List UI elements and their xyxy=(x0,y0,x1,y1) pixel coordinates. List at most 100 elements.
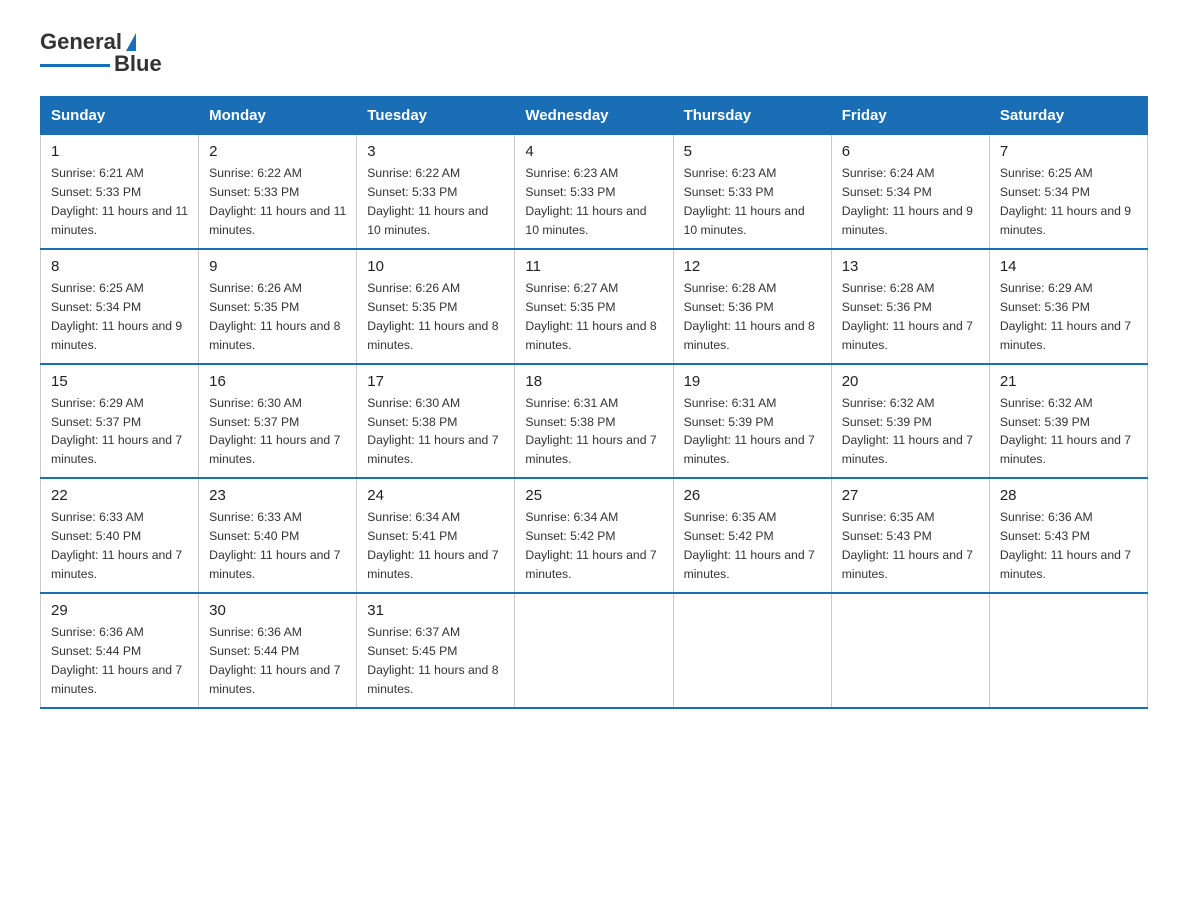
logo: General Blue xyxy=(40,30,162,76)
calendar-table: SundayMondayTuesdayWednesdayThursdayFrid… xyxy=(40,96,1148,708)
calendar-cell: 6 Sunrise: 6:24 AMSunset: 5:34 PMDayligh… xyxy=(831,135,989,249)
calendar-cell: 1 Sunrise: 6:21 AMSunset: 5:33 PMDayligh… xyxy=(41,135,199,249)
day-number: 29 xyxy=(51,602,188,619)
calendar-cell: 30 Sunrise: 6:36 AMSunset: 5:44 PMDaylig… xyxy=(199,593,357,708)
sun-info: Sunrise: 6:26 AMSunset: 5:35 PMDaylight:… xyxy=(209,279,346,355)
calendar-cell: 24 Sunrise: 6:34 AMSunset: 5:41 PMDaylig… xyxy=(357,478,515,593)
sun-info: Sunrise: 6:30 AMSunset: 5:37 PMDaylight:… xyxy=(209,394,346,470)
sun-info: Sunrise: 6:32 AMSunset: 5:39 PMDaylight:… xyxy=(842,394,979,470)
weekday-header-monday: Monday xyxy=(199,97,357,135)
day-number: 5 xyxy=(684,143,821,160)
day-number: 15 xyxy=(51,373,188,390)
day-number: 24 xyxy=(367,487,504,504)
weekday-header-sunday: Sunday xyxy=(41,97,199,135)
weekday-header-wednesday: Wednesday xyxy=(515,97,673,135)
weekday-header-thursday: Thursday xyxy=(673,97,831,135)
calendar-cell: 26 Sunrise: 6:35 AMSunset: 5:42 PMDaylig… xyxy=(673,478,831,593)
day-number: 11 xyxy=(525,258,662,275)
weekday-header-row: SundayMondayTuesdayWednesdayThursdayFrid… xyxy=(41,97,1148,135)
sun-info: Sunrise: 6:26 AMSunset: 5:35 PMDaylight:… xyxy=(367,279,504,355)
calendar-cell: 16 Sunrise: 6:30 AMSunset: 5:37 PMDaylig… xyxy=(199,364,357,479)
calendar-week-row: 8 Sunrise: 6:25 AMSunset: 5:34 PMDayligh… xyxy=(41,249,1148,364)
day-number: 26 xyxy=(684,487,821,504)
day-number: 10 xyxy=(367,258,504,275)
logo-triangle-icon xyxy=(126,33,136,51)
page-header: General Blue xyxy=(40,30,1148,76)
sun-info: Sunrise: 6:32 AMSunset: 5:39 PMDaylight:… xyxy=(1000,394,1137,470)
logo-line xyxy=(40,64,110,67)
calendar-cell: 31 Sunrise: 6:37 AMSunset: 5:45 PMDaylig… xyxy=(357,593,515,708)
day-number: 1 xyxy=(51,143,188,160)
sun-info: Sunrise: 6:35 AMSunset: 5:42 PMDaylight:… xyxy=(684,508,821,584)
calendar-cell xyxy=(673,593,831,708)
day-number: 16 xyxy=(209,373,346,390)
calendar-cell: 23 Sunrise: 6:33 AMSunset: 5:40 PMDaylig… xyxy=(199,478,357,593)
sun-info: Sunrise: 6:23 AMSunset: 5:33 PMDaylight:… xyxy=(684,164,821,240)
weekday-header-friday: Friday xyxy=(831,97,989,135)
calendar-cell: 19 Sunrise: 6:31 AMSunset: 5:39 PMDaylig… xyxy=(673,364,831,479)
weekday-header-tuesday: Tuesday xyxy=(357,97,515,135)
day-number: 27 xyxy=(842,487,979,504)
sun-info: Sunrise: 6:31 AMSunset: 5:38 PMDaylight:… xyxy=(525,394,662,470)
sun-info: Sunrise: 6:36 AMSunset: 5:44 PMDaylight:… xyxy=(51,623,188,699)
calendar-cell: 28 Sunrise: 6:36 AMSunset: 5:43 PMDaylig… xyxy=(989,478,1147,593)
calendar-cell xyxy=(989,593,1147,708)
day-number: 23 xyxy=(209,487,346,504)
sun-info: Sunrise: 6:25 AMSunset: 5:34 PMDaylight:… xyxy=(1000,164,1137,240)
sun-info: Sunrise: 6:34 AMSunset: 5:41 PMDaylight:… xyxy=(367,508,504,584)
day-number: 21 xyxy=(1000,373,1137,390)
day-number: 9 xyxy=(209,258,346,275)
calendar-cell: 4 Sunrise: 6:23 AMSunset: 5:33 PMDayligh… xyxy=(515,135,673,249)
calendar-cell: 14 Sunrise: 6:29 AMSunset: 5:36 PMDaylig… xyxy=(989,249,1147,364)
calendar-cell: 20 Sunrise: 6:32 AMSunset: 5:39 PMDaylig… xyxy=(831,364,989,479)
sun-info: Sunrise: 6:29 AMSunset: 5:37 PMDaylight:… xyxy=(51,394,188,470)
sun-info: Sunrise: 6:23 AMSunset: 5:33 PMDaylight:… xyxy=(525,164,662,240)
sun-info: Sunrise: 6:29 AMSunset: 5:36 PMDaylight:… xyxy=(1000,279,1137,355)
sun-info: Sunrise: 6:28 AMSunset: 5:36 PMDaylight:… xyxy=(842,279,979,355)
day-number: 19 xyxy=(684,373,821,390)
logo-blue-text: Blue xyxy=(114,52,162,76)
sun-info: Sunrise: 6:36 AMSunset: 5:43 PMDaylight:… xyxy=(1000,508,1137,584)
day-number: 30 xyxy=(209,602,346,619)
sun-info: Sunrise: 6:33 AMSunset: 5:40 PMDaylight:… xyxy=(209,508,346,584)
sun-info: Sunrise: 6:33 AMSunset: 5:40 PMDaylight:… xyxy=(51,508,188,584)
calendar-cell: 9 Sunrise: 6:26 AMSunset: 5:35 PMDayligh… xyxy=(199,249,357,364)
calendar-week-row: 1 Sunrise: 6:21 AMSunset: 5:33 PMDayligh… xyxy=(41,135,1148,249)
logo-text: General xyxy=(40,30,122,54)
day-number: 2 xyxy=(209,143,346,160)
sun-info: Sunrise: 6:28 AMSunset: 5:36 PMDaylight:… xyxy=(684,279,821,355)
calendar-week-row: 15 Sunrise: 6:29 AMSunset: 5:37 PMDaylig… xyxy=(41,364,1148,479)
calendar-cell: 27 Sunrise: 6:35 AMSunset: 5:43 PMDaylig… xyxy=(831,478,989,593)
day-number: 31 xyxy=(367,602,504,619)
day-number: 4 xyxy=(525,143,662,160)
day-number: 17 xyxy=(367,373,504,390)
day-number: 8 xyxy=(51,258,188,275)
calendar-cell xyxy=(515,593,673,708)
sun-info: Sunrise: 6:31 AMSunset: 5:39 PMDaylight:… xyxy=(684,394,821,470)
calendar-cell: 3 Sunrise: 6:22 AMSunset: 5:33 PMDayligh… xyxy=(357,135,515,249)
day-number: 14 xyxy=(1000,258,1137,275)
calendar-cell: 22 Sunrise: 6:33 AMSunset: 5:40 PMDaylig… xyxy=(41,478,199,593)
sun-info: Sunrise: 6:24 AMSunset: 5:34 PMDaylight:… xyxy=(842,164,979,240)
calendar-cell: 29 Sunrise: 6:36 AMSunset: 5:44 PMDaylig… xyxy=(41,593,199,708)
sun-info: Sunrise: 6:22 AMSunset: 5:33 PMDaylight:… xyxy=(209,164,346,240)
calendar-cell: 15 Sunrise: 6:29 AMSunset: 5:37 PMDaylig… xyxy=(41,364,199,479)
day-number: 25 xyxy=(525,487,662,504)
day-number: 3 xyxy=(367,143,504,160)
calendar-cell: 25 Sunrise: 6:34 AMSunset: 5:42 PMDaylig… xyxy=(515,478,673,593)
sun-info: Sunrise: 6:25 AMSunset: 5:34 PMDaylight:… xyxy=(51,279,188,355)
calendar-cell: 8 Sunrise: 6:25 AMSunset: 5:34 PMDayligh… xyxy=(41,249,199,364)
sun-info: Sunrise: 6:22 AMSunset: 5:33 PMDaylight:… xyxy=(367,164,504,240)
calendar-cell: 7 Sunrise: 6:25 AMSunset: 5:34 PMDayligh… xyxy=(989,135,1147,249)
calendar-cell: 21 Sunrise: 6:32 AMSunset: 5:39 PMDaylig… xyxy=(989,364,1147,479)
day-number: 28 xyxy=(1000,487,1137,504)
day-number: 22 xyxy=(51,487,188,504)
day-number: 20 xyxy=(842,373,979,390)
day-number: 18 xyxy=(525,373,662,390)
weekday-header-saturday: Saturday xyxy=(989,97,1147,135)
day-number: 7 xyxy=(1000,143,1137,160)
calendar-cell xyxy=(831,593,989,708)
calendar-cell: 11 Sunrise: 6:27 AMSunset: 5:35 PMDaylig… xyxy=(515,249,673,364)
calendar-cell: 17 Sunrise: 6:30 AMSunset: 5:38 PMDaylig… xyxy=(357,364,515,479)
sun-info: Sunrise: 6:30 AMSunset: 5:38 PMDaylight:… xyxy=(367,394,504,470)
